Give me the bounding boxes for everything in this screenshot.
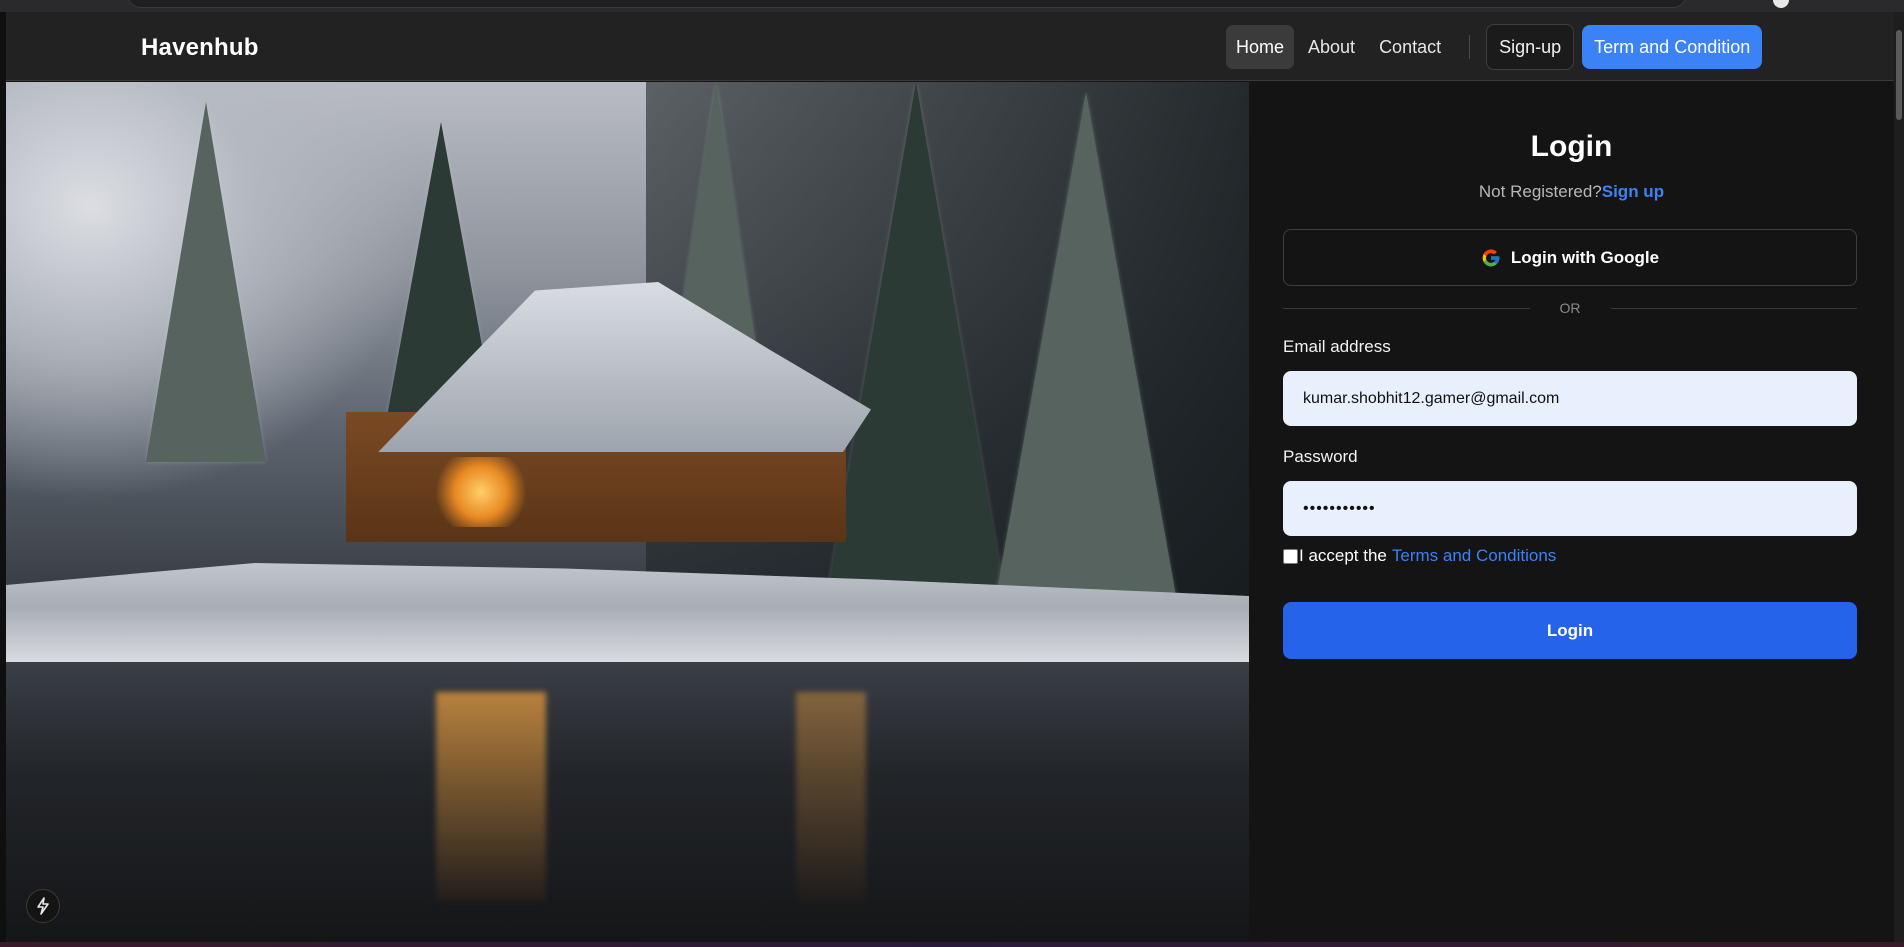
password-value: ••••••••••• <box>1303 499 1376 517</box>
password-field[interactable]: ••••••••••• <box>1283 481 1857 536</box>
scrollbar[interactable] <box>1894 12 1904 947</box>
email-label: Email address <box>1283 337 1391 356</box>
or-text: OR <box>1559 300 1581 316</box>
register-prompt: Not Registered?Sign up <box>1249 182 1894 202</box>
nav-home[interactable]: Home <box>1226 25 1295 69</box>
nav-about[interactable]: About <box>1298 25 1365 69</box>
terms-prefix: I accept the <box>1299 546 1387 565</box>
nav-divider <box>1469 35 1471 59</box>
login-title: Login <box>1530 130 1613 163</box>
login-panel: Login Not Registered?Sign up Login with … <box>1249 82 1894 942</box>
app-window: Havenhub Home About Contact Sign-up Term… <box>6 12 1894 942</box>
google-login-label: Login with Google <box>1510 247 1660 267</box>
navbar: Havenhub Home About Contact Sign-up Term… <box>6 12 1894 81</box>
address-bar[interactable] <box>127 0 1687 8</box>
light-reflection <box>796 692 866 902</box>
password-label: Password <box>1283 447 1358 466</box>
pine-tree <box>146 102 266 462</box>
email-value: kumar.shobhit12.gamer@gmail.com <box>1303 389 1560 407</box>
or-divider: OR <box>1283 298 1857 318</box>
login-button[interactable]: Login <box>1283 602 1857 659</box>
pine-tree <box>826 82 1006 602</box>
nav-links: Home About Contact Sign-up Term and Cond… <box>1226 24 1763 70</box>
profile-avatar[interactable] <box>1773 0 1789 8</box>
divider-line <box>1283 307 1530 309</box>
brand-logo[interactable]: Havenhub <box>141 34 259 62</box>
lake <box>6 662 1249 942</box>
bottom-edge <box>0 942 1904 947</box>
hero-image <box>6 82 1249 942</box>
email-field[interactable]: kumar.shobhit12.gamer@gmail.com <box>1283 371 1857 426</box>
divider-line <box>1610 307 1857 309</box>
terms-row: I accept the Terms and Conditions <box>1283 546 1556 566</box>
cabin-light <box>436 457 526 527</box>
terms-checkbox[interactable] <box>1283 548 1298 564</box>
terms-link[interactable]: Terms and Conditions <box>1392 546 1556 566</box>
light-reflection <box>436 692 546 902</box>
browser-top-strip <box>0 0 1904 12</box>
pine-tree <box>986 92 1186 652</box>
nav-contact[interactable]: Contact <box>1369 25 1451 69</box>
terms-button[interactable]: Term and Condition <box>1582 25 1763 69</box>
not-registered-text: Not Registered? <box>1478 182 1602 201</box>
signup-link[interactable]: Sign up <box>1602 182 1664 201</box>
google-g-icon <box>1482 249 1500 266</box>
google-login-button[interactable]: Login with Google <box>1283 229 1857 286</box>
scrollbar-thumb[interactable] <box>1896 30 1902 120</box>
lightning-bolt-icon[interactable] <box>26 889 60 923</box>
signup-button[interactable]: Sign-up <box>1486 24 1575 70</box>
